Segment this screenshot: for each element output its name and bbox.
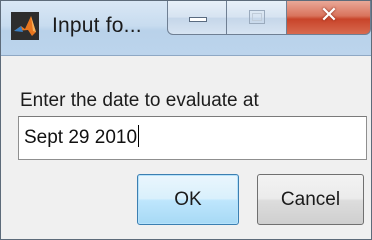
maximize-button[interactable]: [227, 1, 287, 35]
maximize-icon: [249, 10, 265, 24]
cancel-button[interactable]: Cancel: [257, 174, 364, 225]
close-icon: ✕: [319, 3, 339, 28]
window-title: Input fo...: [52, 14, 142, 37]
minimize-icon: [189, 17, 207, 22]
close-button[interactable]: ✕: [287, 1, 371, 35]
title-bar[interactable]: Input fo... ✕: [1, 1, 371, 56]
minimize-button[interactable]: [167, 1, 227, 35]
date-input-value: Sept 29 2010: [24, 127, 138, 148]
matlab-icon: [11, 12, 39, 40]
prompt-label: Enter the date to evaluate at: [20, 90, 259, 111]
ok-button[interactable]: OK: [137, 174, 239, 225]
date-input[interactable]: Sept 29 2010: [18, 116, 367, 160]
text-caret: [138, 125, 140, 147]
input-dialog-window: Input fo... ✕ Enter the date to evaluate…: [0, 0, 372, 240]
